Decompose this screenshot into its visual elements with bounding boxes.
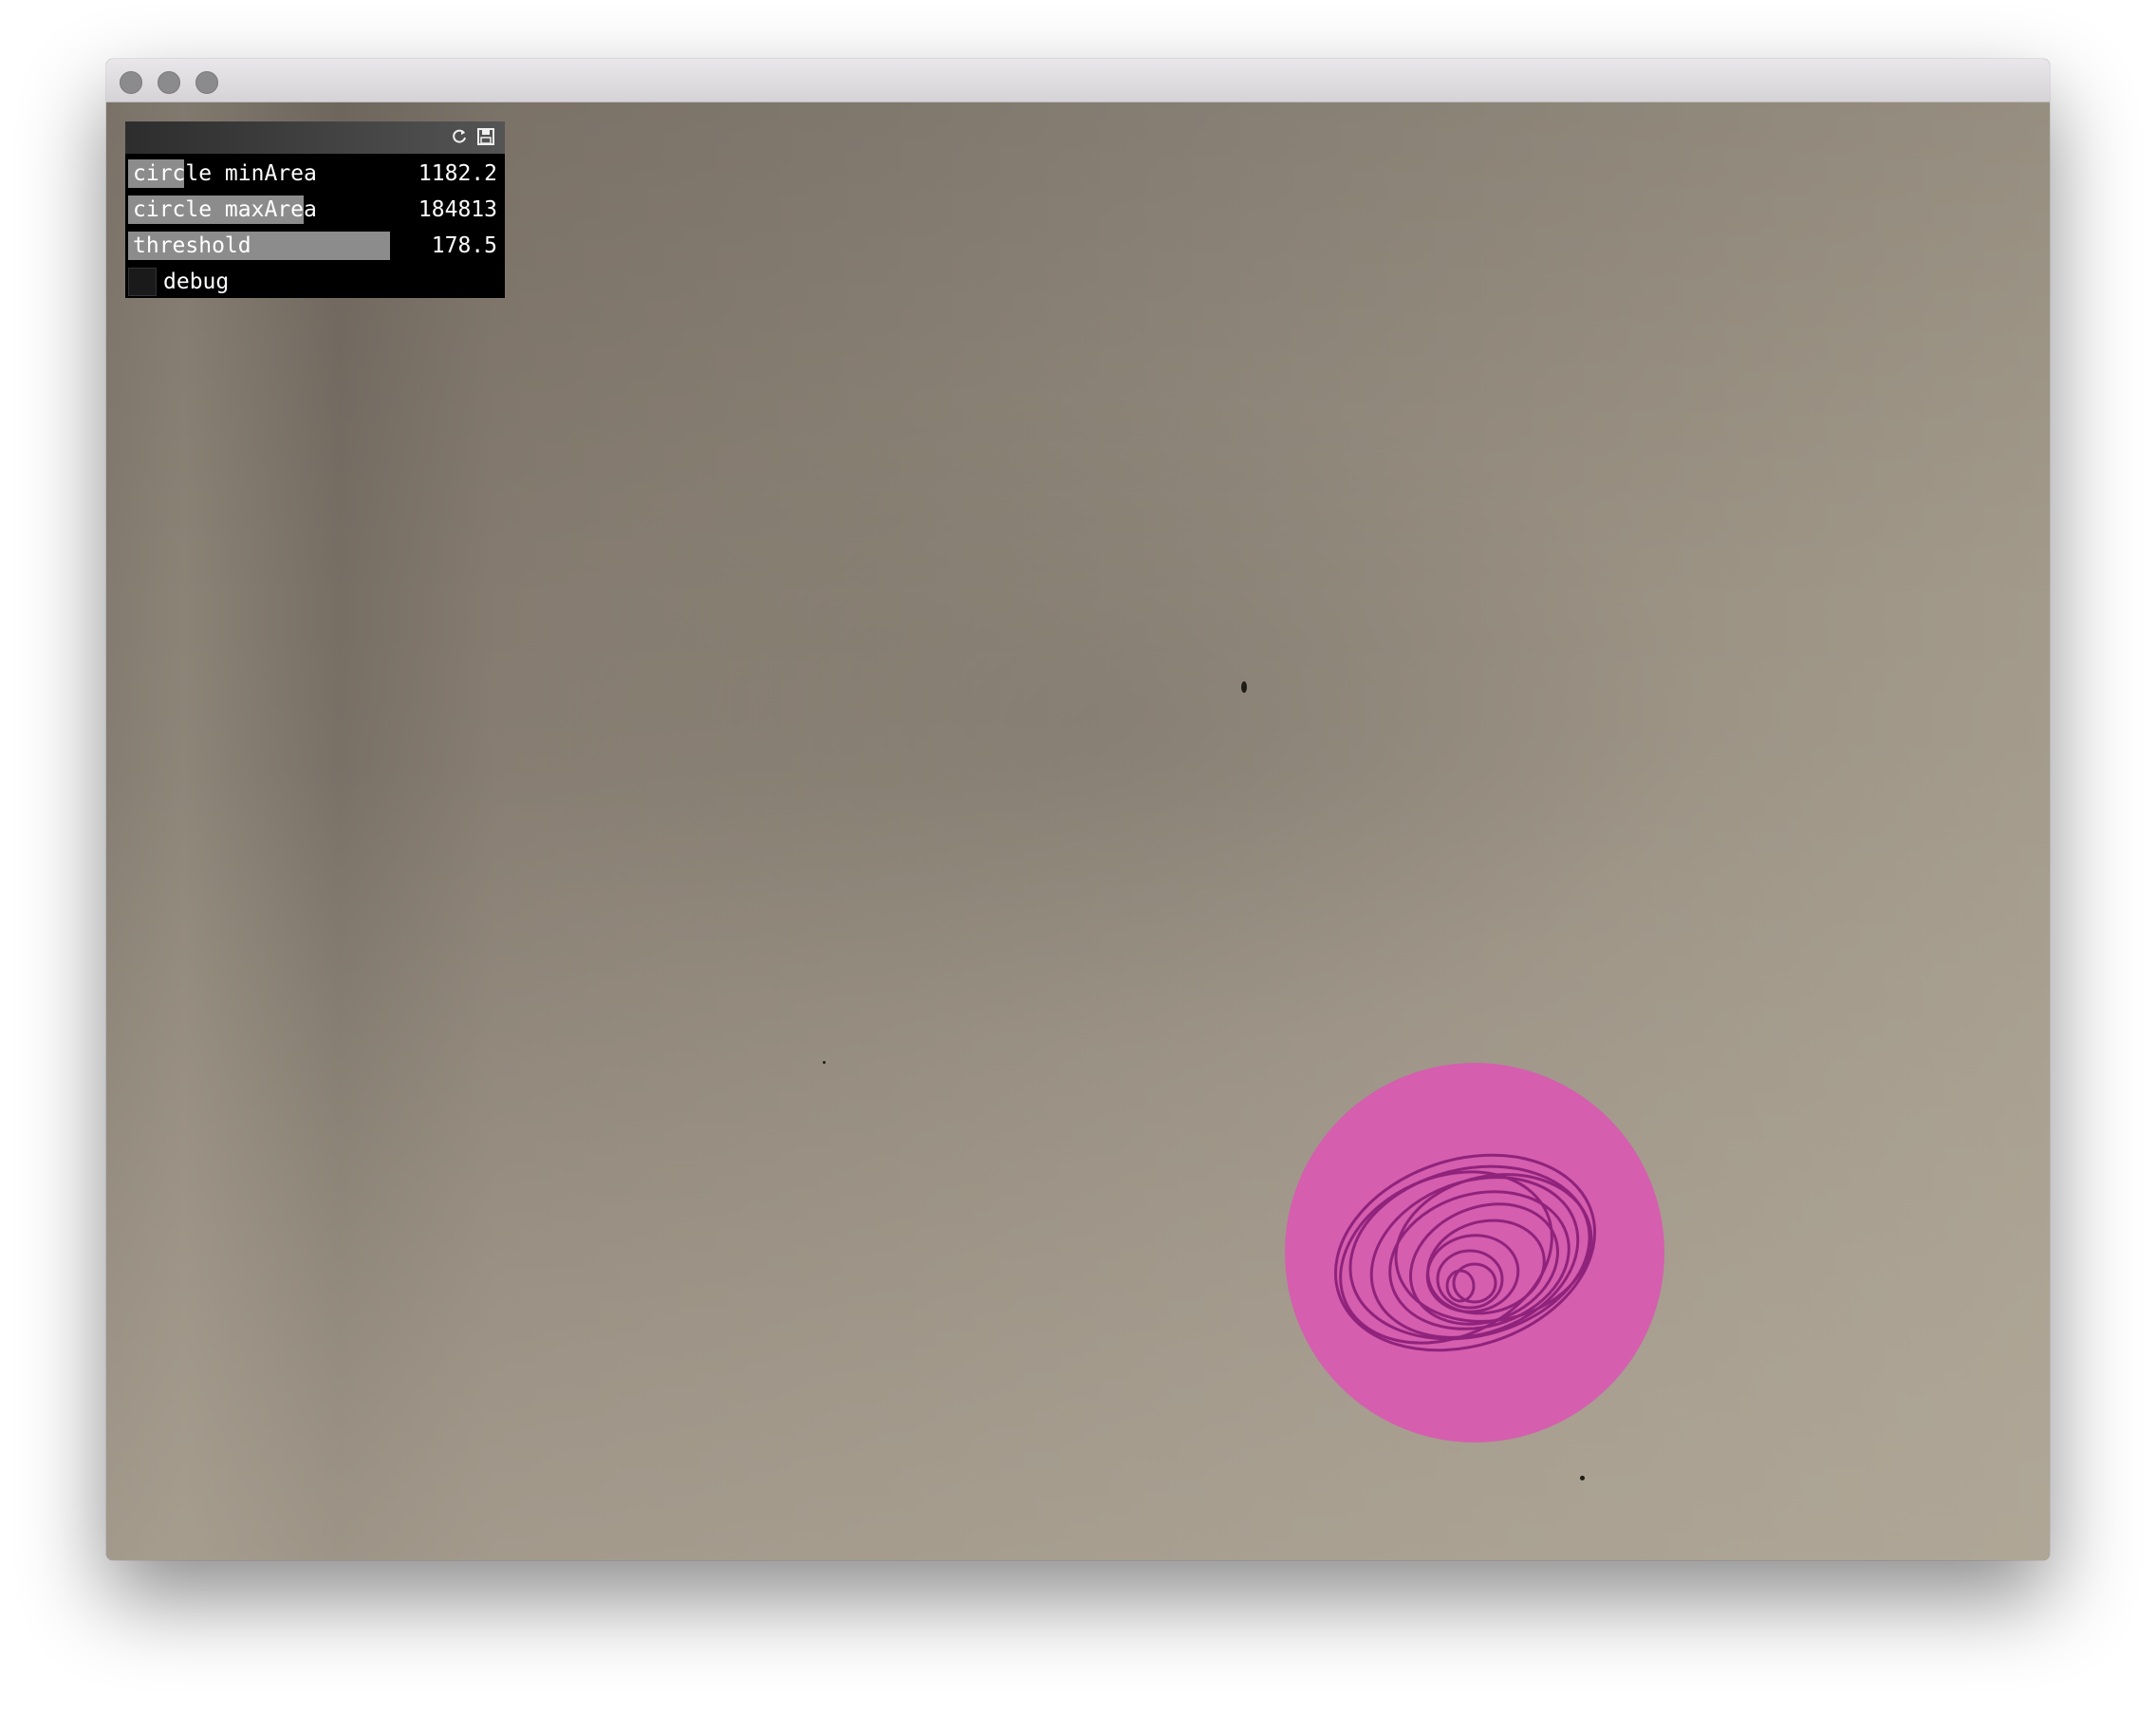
paper-speck bbox=[1241, 681, 1247, 693]
camera-view: circle minArea 1182.2 circle maxArea 184… bbox=[106, 102, 2050, 1560]
slider-circle-maxarea[interactable]: circle maxArea 184813 bbox=[125, 194, 505, 226]
paper-speck bbox=[823, 1061, 826, 1064]
slider-threshold[interactable]: threshold 178.5 bbox=[125, 230, 505, 262]
close-window-button[interactable] bbox=[120, 71, 142, 94]
slider-label: circle minArea bbox=[133, 161, 317, 186]
toggle-label: debug bbox=[163, 270, 230, 294]
save-icon[interactable] bbox=[474, 125, 497, 148]
gui-panel-header[interactable] bbox=[125, 121, 505, 154]
slider-label: circle maxArea bbox=[133, 197, 317, 222]
scribble-drawing bbox=[1333, 1153, 1597, 1352]
debug-checkbox[interactable] bbox=[128, 268, 157, 296]
slider-circle-minarea[interactable]: circle minArea 1182.2 bbox=[125, 158, 505, 190]
paper-speck bbox=[1580, 1476, 1585, 1480]
slider-value: 184813 bbox=[418, 197, 497, 222]
title-bar bbox=[106, 59, 2050, 102]
zoom-window-button[interactable] bbox=[195, 71, 218, 94]
slider-value: 1182.2 bbox=[418, 161, 497, 186]
slider-value: 178.5 bbox=[431, 233, 497, 258]
app-window: circle minArea 1182.2 circle maxArea 184… bbox=[106, 59, 2050, 1560]
minimize-window-button[interactable] bbox=[158, 71, 180, 94]
slider-label: threshold bbox=[133, 233, 251, 258]
camera-lighting bbox=[106, 767, 2050, 1560]
toggle-debug[interactable]: debug bbox=[125, 266, 505, 298]
reload-icon[interactable] bbox=[448, 125, 471, 148]
gui-panel: circle minArea 1182.2 circle maxArea 184… bbox=[125, 121, 505, 298]
detected-circle bbox=[1285, 1063, 1664, 1442]
